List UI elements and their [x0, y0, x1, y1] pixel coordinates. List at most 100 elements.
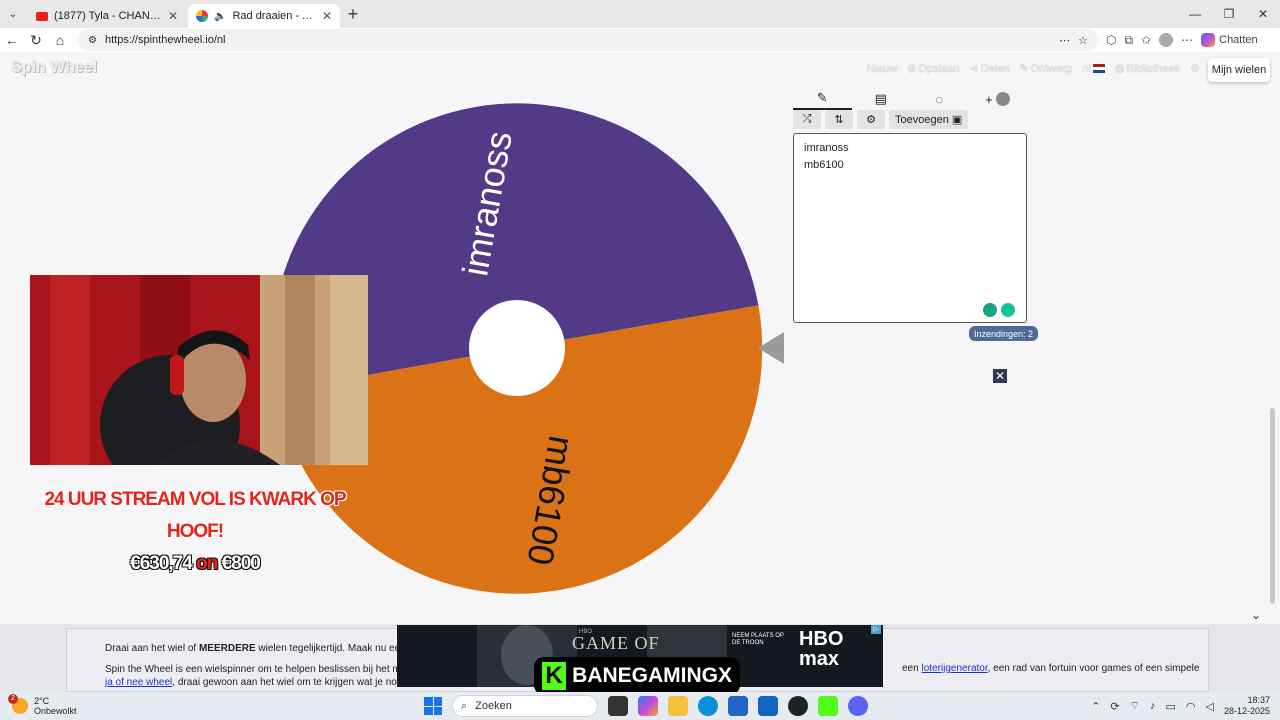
- kick-app-icon[interactable]: [818, 696, 838, 716]
- webcam-feed: [30, 275, 368, 465]
- lightbulb-icon[interactable]: [983, 303, 997, 317]
- settings-icon[interactable]: ⚙: [1190, 62, 1200, 75]
- minimize-icon[interactable]: —: [1178, 0, 1212, 28]
- image-icon: ▣: [951, 114, 963, 126]
- chevron-up-icon[interactable]: ⌃: [1091, 700, 1100, 713]
- tab-list-dropdown-icon[interactable]: ⌄: [0, 0, 26, 28]
- speaker-icon[interactable]: 🔈: [214, 11, 226, 22]
- weather-widget[interactable]: 2 2°C Onbewolkt: [8, 692, 77, 720]
- windows-taskbar: 2 2°C Onbewolkt ⌕ Zoeken ⌃ ⟳ ⌔ ♪ ▭ ◠ ◁ 18…: [0, 692, 1280, 720]
- start-icon[interactable]: [424, 697, 442, 715]
- reader-icon[interactable]: ⋯: [1059, 34, 1070, 47]
- cursor-marker-icon: ✦: [637, 354, 644, 363]
- address-bar-row: ← ↻ ⌂ ⚙ https://spinthewheel.io/nl ⋯ ☆ ⬡…: [0, 28, 1280, 52]
- tab-title: Rad draaien - Aangepaste Picker Wheel: [232, 10, 316, 22]
- tab-spinthewheel[interactable]: 🔈 Rad draaien - Aangepaste Picker Wheel …: [188, 4, 340, 28]
- shuffle-button[interactable]: ⤮: [793, 110, 821, 129]
- clipboard-icon: ▤: [874, 91, 887, 106]
- display-icon[interactable]: ▭: [1165, 700, 1175, 713]
- search-placeholder: Zoeken: [475, 700, 512, 712]
- info-paragraph-1: Draai aan het wiel of MEERDERE wielen te…: [105, 643, 405, 654]
- file-explorer-icon[interactable]: [668, 696, 688, 716]
- obs-icon[interactable]: [788, 696, 808, 716]
- eye-slash-icon: ◌: [935, 91, 944, 107]
- more-menu-icon[interactable]: ⋯: [1181, 33, 1193, 47]
- browser-tab-strip: ⌄ (1877) Tyla - CHANEL (Lyrics) - YouTub…: [0, 0, 1280, 28]
- copilot-app-icon[interactable]: [638, 696, 658, 716]
- info-p1-suffix: wielen tegelijkertijd. Maak nu een aan: [258, 643, 405, 654]
- nav-share-label: Delen: [980, 62, 1010, 75]
- favorite-star-icon[interactable]: ☆: [1078, 34, 1088, 47]
- info-p2-right-post: , een rad van fortuin voor games of een …: [987, 663, 1200, 674]
- notification-badge: 2: [8, 694, 18, 704]
- tab-edit-entries[interactable]: ✎: [793, 88, 852, 110]
- nav-language[interactable]: nl: [1082, 62, 1105, 75]
- chevron-down-icon[interactable]: ⌄: [1251, 608, 1261, 622]
- tab-close-icon[interactable]: ✕: [322, 9, 332, 23]
- close-icon[interactable]: ✕: [993, 369, 1007, 383]
- nav-new[interactable]: Nieuw: [867, 62, 898, 75]
- entry-line: imranoss: [804, 142, 849, 154]
- entry-settings-button[interactable]: ⚙: [857, 110, 885, 129]
- sort-button[interactable]: ⇅: [825, 110, 853, 129]
- extensions-icon[interactable]: ⬡: [1106, 33, 1116, 47]
- url-field[interactable]: ⚙ https://spinthewheel.io/nl ⋯ ☆: [78, 29, 1098, 51]
- nav-library[interactable]: ◉ Bibliotheek: [1114, 62, 1180, 76]
- lottery-generator-link[interactable]: loterijgenerator: [921, 663, 987, 674]
- overlay-amount-separator: on: [196, 553, 218, 574]
- split-screen-icon[interactable]: ⧉: [1124, 33, 1133, 48]
- sync-icon[interactable]: ⟳: [1110, 700, 1119, 713]
- taskbar-search[interactable]: ⌕ Zoeken: [452, 695, 598, 717]
- network-icon[interactable]: ⌔: [1130, 699, 1140, 713]
- language-label: nl: [1082, 62, 1091, 75]
- profile-avatar[interactable]: [1159, 33, 1174, 47]
- yes-no-wheel-link[interactable]: ja of nee wheel: [105, 677, 172, 688]
- tab-results[interactable]: ▤: [852, 88, 911, 110]
- grammarly-icon[interactable]: [1001, 303, 1015, 317]
- tab-youtube[interactable]: (1877) Tyla - CHANEL (Lyrics) - YouTube …: [28, 4, 186, 28]
- mic-icon[interactable]: ♪: [1150, 700, 1156, 712]
- youtube-favicon-icon: [36, 11, 48, 21]
- my-wheels-button[interactable]: Mijn wielen: [1208, 58, 1270, 82]
- nav-design-label: Ontwerp: [1030, 62, 1073, 75]
- window-close-icon[interactable]: ✕: [1246, 0, 1280, 28]
- webcam-image: [30, 275, 368, 465]
- clock[interactable]: 18:37 28-12-2025: [1224, 695, 1270, 717]
- wheel-center[interactable]: [469, 300, 565, 396]
- nav-save[interactable]: ⊕ Opslaan: [907, 62, 959, 76]
- edge-icon[interactable]: [698, 696, 718, 716]
- site-info-icon[interactable]: ⚙: [88, 35, 97, 46]
- refresh-icon[interactable]: ↻: [24, 32, 48, 49]
- back-icon[interactable]: ←: [0, 32, 24, 48]
- nav-share[interactable]: ⋖ Delen: [969, 62, 1010, 76]
- discord-icon[interactable]: [848, 696, 868, 716]
- tab-close-icon[interactable]: ✕: [168, 9, 178, 23]
- search-icon: ⌕: [461, 699, 468, 712]
- shuffle-icon: ⤮: [802, 113, 812, 125]
- new-tab-button[interactable]: +: [340, 4, 366, 28]
- nav-design[interactable]: ✎ Ontwerp: [1019, 62, 1073, 76]
- home-icon[interactable]: ⌂: [48, 32, 72, 48]
- chat-label: Chatten: [1219, 34, 1258, 46]
- store-icon[interactable]: [728, 696, 748, 716]
- ad-cta: NEEM PLAATS OP DE TROON: [732, 633, 784, 646]
- add-image-button[interactable]: Toevoegen ▣: [889, 110, 969, 129]
- tab-add-wheel[interactable]: +: [969, 88, 1028, 110]
- restore-icon[interactable]: ❐: [1212, 0, 1246, 28]
- tab-hidden[interactable]: ◌: [910, 88, 969, 110]
- grammarly-widget[interactable]: [983, 303, 1015, 317]
- entries-textarea[interactable]: imranoss mb6100: [793, 133, 1027, 323]
- outlook-icon[interactable]: [758, 696, 778, 716]
- add-label: Toevoegen: [895, 113, 949, 126]
- spinwheel-favicon-icon: [196, 10, 208, 22]
- chat-button[interactable]: Chatten: [1201, 33, 1258, 47]
- volume-icon[interactable]: ◁: [1205, 700, 1213, 713]
- task-view-icon[interactable]: [608, 696, 628, 716]
- wifi-icon[interactable]: ◠: [1186, 700, 1196, 713]
- globe-icon: ◉: [1114, 63, 1125, 75]
- ad-close-icon[interactable]: ▷: [871, 625, 881, 634]
- plus-icon: +: [985, 91, 993, 107]
- favorites-icon[interactable]: ✩: [1141, 33, 1151, 47]
- page-scrollbar[interactable]: [1270, 408, 1275, 604]
- ad-brand: HBO max: [799, 628, 844, 670]
